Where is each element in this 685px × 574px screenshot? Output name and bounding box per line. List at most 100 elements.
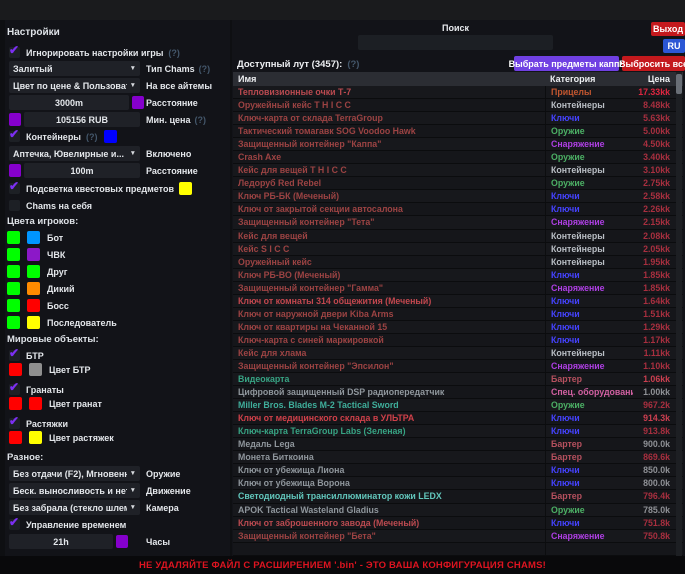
containers-distance-color-swatch[interactable] — [9, 164, 21, 177]
chams-self-checkbox[interactable] — [9, 200, 20, 211]
table-row[interactable]: APOK Tactical Wasteland Gladius Оружие 7… — [233, 504, 683, 517]
btr-color-swatch-2[interactable] — [29, 363, 42, 376]
item-name: Ключ РБ-ВО (Меченый) — [233, 270, 545, 280]
hidden-color-swatch[interactable] — [27, 265, 40, 278]
table-row[interactable]: Ключ от убежища Ворона Ключи 800.0k — [233, 477, 683, 490]
player-color-row: Дикий — [7, 282, 117, 295]
table-row[interactable]: Монета Биткоина Бартер 869.6k — [233, 451, 683, 464]
table-row[interactable]: Защищенный контейнер "Гамма" Снаряжение … — [233, 282, 683, 295]
table-row[interactable]: Медаль Lega Бартер 900.0k — [233, 438, 683, 451]
distance-color-swatch[interactable] — [132, 96, 144, 109]
hidden-color-swatch[interactable] — [27, 231, 40, 244]
visible-color-swatch[interactable] — [7, 248, 20, 261]
loot-table-body: Тепловизионные очки Т-7 Прицелы 17.33kk … — [233, 86, 683, 556]
btr-color-swatch-1[interactable] — [9, 363, 22, 376]
ignore-game-settings-checkbox[interactable] — [9, 47, 20, 58]
chevron-down-icon: ▼ — [130, 65, 136, 72]
visible-color-swatch[interactable] — [7, 299, 20, 312]
table-row[interactable]: Кейс для вещей Контейнеры 2.08kk — [233, 230, 683, 243]
settings-title: Настройки — [7, 27, 60, 38]
containers-distance-input[interactable]: 100m — [24, 163, 140, 178]
tripwire-color-swatch-1[interactable] — [9, 431, 22, 444]
hidden-color-swatch[interactable] — [27, 299, 40, 312]
table-row[interactable]: Ключ-карта от склада TerraGroup Ключи 5.… — [233, 112, 683, 125]
grenades-checkbox[interactable] — [9, 384, 20, 395]
min-price-input[interactable]: 105156 RUB — [24, 112, 140, 127]
language-button[interactable]: RU — [663, 39, 685, 53]
item-category: Ключи — [545, 190, 633, 202]
table-row[interactable]: Оружейный кейс T H I C C Контейнеры 8.48… — [233, 99, 683, 112]
grenade-color-swatch-2[interactable] — [29, 397, 42, 410]
column-header-name[interactable]: Имя — [233, 74, 545, 84]
item-category: Бартер — [545, 451, 633, 463]
time-control-checkbox[interactable] — [9, 519, 20, 530]
table-row[interactable]: Тепловизионные очки Т-7 Прицелы 17.33kk — [233, 86, 683, 99]
hidden-color-swatch[interactable] — [27, 248, 40, 261]
table-row[interactable]: Ключ-карта TerraGroup Labs (Зеленая) Клю… — [233, 425, 683, 438]
table-row[interactable]: Оружейный кейс Контейнеры 1.95kk — [233, 256, 683, 269]
column-header-category[interactable]: Категория — [545, 74, 633, 84]
tripwire-color-swatch-2[interactable] — [29, 431, 42, 444]
min-price-color-swatch[interactable] — [9, 113, 21, 126]
grenade-color-swatch-1[interactable] — [9, 397, 22, 410]
table-row[interactable]: Защищенный контейнер "Тета" Снаряжение 2… — [233, 216, 683, 229]
table-row[interactable]: Кейс S I C C Контейнеры 2.05kk — [233, 243, 683, 256]
containers-color-swatch[interactable] — [104, 130, 117, 143]
table-row[interactable]: Защищенный контейнер "Эпсилон" Снаряжени… — [233, 360, 683, 373]
table-row[interactable]: Цифровой защищенный DSP радиопередатчик … — [233, 386, 683, 399]
quest-items-checkbox[interactable] — [9, 183, 20, 194]
table-row[interactable]: Ключ от убежища Лиона Ключи 850.0k — [233, 464, 683, 477]
movement-select[interactable]: Беск. выносливость и нет уста ▼ — [9, 483, 140, 498]
exit-button[interactable]: Выход — [651, 22, 685, 36]
table-row[interactable]: Видеокарта Бартер 1.06kk — [233, 373, 683, 386]
table-row[interactable]: Кейс для вещей T H I C C Контейнеры 3.10… — [233, 164, 683, 177]
table-row[interactable]: Ключ от комнаты 314 общежития (Меченый) … — [233, 295, 683, 308]
table-row[interactable]: Ключ от медицинского склада в УЛЬТРА Клю… — [233, 412, 683, 425]
camera-select[interactable]: Без забрала (стекло шлема) ▼ — [9, 500, 140, 515]
btr-checkbox[interactable] — [9, 350, 20, 361]
visible-color-swatch[interactable] — [7, 265, 20, 278]
item-category: Оружие — [545, 399, 633, 411]
chams-type-select[interactable]: Залитый ▼ — [9, 61, 140, 76]
distance-input[interactable]: 3000m — [9, 95, 129, 110]
table-row[interactable]: Защищенный контейнер "Каппа" Снаряжение … — [233, 138, 683, 151]
table-row[interactable]: Miller Bros. Blades M-2 Tactical Sword О… — [233, 399, 683, 412]
table-row[interactable]: Светодиодный трансиллюминатор кожи LEDX … — [233, 490, 683, 503]
time-color-swatch[interactable] — [116, 535, 128, 548]
table-row[interactable]: Ключ РБ-ВО (Меченый) Ключи 1.85kk — [233, 269, 683, 282]
table-row[interactable]: Кейс для хлама Контейнеры 1.11kk — [233, 347, 683, 360]
visible-color-swatch[interactable] — [7, 282, 20, 295]
containers-checkbox[interactable] — [9, 131, 20, 142]
hidden-color-swatch[interactable] — [27, 282, 40, 295]
table-row[interactable]: Защищенный контейнер "Бета" Снаряжение 7… — [233, 530, 683, 543]
item-category: Ключи — [545, 517, 633, 529]
item-category: Контейнеры — [545, 347, 633, 359]
item-color-select[interactable]: Цвет по цене & Пользователь ▼ — [9, 78, 140, 93]
quest-items-color-swatch[interactable] — [179, 182, 192, 195]
table-row[interactable]: Ключ-карта с синей маркировкой Ключи 1.1… — [233, 334, 683, 347]
item-name: Ключ-карта TerraGroup Labs (Зеленая) — [233, 426, 545, 436]
containers-mode-select[interactable]: Аптечка, Ювелирные и... ▼ — [9, 146, 140, 161]
help-icon: (?) — [168, 48, 180, 58]
hidden-color-swatch[interactable] — [27, 316, 40, 329]
table-row[interactable]: Ледоруб Red Rebel Оружие 2.75kk — [233, 177, 683, 190]
table-row[interactable]: Ключ от наружной двери Kiba Arms Ключи 1… — [233, 308, 683, 321]
time-input[interactable]: 21h — [9, 534, 113, 549]
table-row[interactable]: Ключ от квартиры на Чеканной 15 Ключи 1.… — [233, 321, 683, 334]
table-row[interactable] — [233, 543, 683, 556]
visible-color-swatch[interactable] — [7, 316, 20, 329]
drop-all-button[interactable]: Выбросить все — [622, 56, 685, 71]
table-row[interactable]: Тактический томагавк SOG Voodoo Hawk Ору… — [233, 125, 683, 138]
table-row[interactable]: Crash Axe Оружие 3.40kk — [233, 151, 683, 164]
table-row[interactable]: Ключ РБ-БК (Меченый) Ключи 2.58kk — [233, 190, 683, 203]
visible-color-swatch[interactable] — [7, 231, 20, 244]
table-row[interactable]: Ключ от закрытой секции автосалона Ключи… — [233, 203, 683, 216]
select-kappa-items-button[interactable]: Выбрать предметы каппа — [514, 56, 619, 71]
table-row[interactable]: Ключ от заброшенного завода (Меченый) Кл… — [233, 517, 683, 530]
help-icon: (?) — [86, 132, 98, 142]
loot-table-header: Имя Категория Цена — [233, 72, 683, 86]
search-input[interactable] — [358, 35, 553, 50]
tripwires-checkbox[interactable] — [9, 418, 20, 429]
scrollbar-thumb[interactable] — [676, 74, 682, 94]
weapon-select[interactable]: Без отдачи (F2), Мгновенное п ▼ — [9, 466, 140, 481]
